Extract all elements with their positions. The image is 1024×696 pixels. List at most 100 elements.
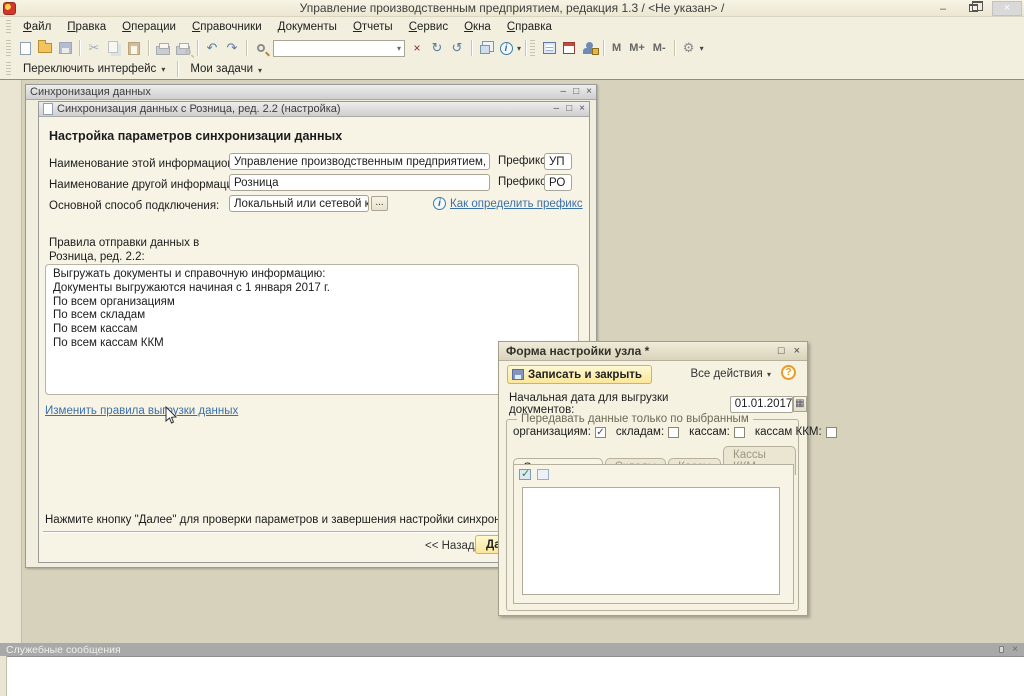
other-prefix-input[interactable]: РО (544, 174, 572, 191)
prefix-info-icon: i (433, 197, 446, 210)
dialog-minimize-button[interactable]: – (554, 104, 560, 114)
open-button[interactable] (35, 39, 55, 57)
node-close-button[interactable]: × (794, 345, 800, 357)
this-prefix-input[interactable]: УП (544, 153, 572, 170)
switch-interface-dropdown-icon: ▾ (161, 65, 165, 74)
prefix-help-link[interactable]: Как определить префикс (450, 198, 583, 210)
service-messages-titlebar[interactable]: Служебные сообщения × (0, 643, 1024, 656)
save-button[interactable] (55, 39, 75, 57)
connection-method-input[interactable]: Локальный или сетевой каталог (229, 195, 369, 212)
save-and-close-button[interactable]: Записать и закрыть (507, 365, 652, 384)
back-button[interactable]: << Назад (421, 538, 479, 554)
menu-windows[interactable]: Окна (456, 19, 499, 35)
print-preview-button[interactable] (173, 39, 193, 57)
temporary-lock-button[interactable] (579, 39, 599, 57)
all-actions-label: Все действия (690, 368, 762, 380)
dialog-maximize-button[interactable]: □ (566, 104, 572, 114)
windows-list-button[interactable] (476, 39, 496, 57)
dialog-close-button[interactable]: × (579, 104, 585, 114)
search-input[interactable] (274, 42, 393, 55)
save-and-close-label: Записать и закрыть (528, 369, 642, 381)
pick-check-icon[interactable]: ✓ (519, 469, 531, 480)
info-icon: i (500, 42, 513, 55)
new-document-button[interactable] (15, 39, 35, 57)
this-base-input[interactable]: Управление производственным предприятием… (229, 153, 490, 170)
copy-button[interactable] (104, 39, 124, 57)
separator (79, 40, 80, 56)
search-combobox[interactable]: ▾ (273, 40, 405, 57)
menu-bar: Файл Правка Операции Справочники Докумен… (0, 17, 1024, 37)
print-button[interactable] (153, 39, 173, 57)
switch-interface-button[interactable]: Переключить интерфейс ▾ (15, 61, 173, 77)
organizations-list[interactable] (522, 487, 780, 595)
cashboxes-checkbox[interactable] (734, 427, 745, 438)
find-button[interactable] (251, 39, 271, 57)
calendar-button[interactable] (559, 39, 579, 57)
kkm-checkbox[interactable] (826, 427, 837, 438)
mouse-cursor (164, 406, 178, 426)
menu-reports[interactable]: Отчеты (345, 19, 401, 35)
app-close-button[interactable]: × (992, 1, 1022, 16)
menu-file[interactable]: Файл (15, 19, 59, 35)
menu-catalogs[interactable]: Справочники (184, 19, 270, 35)
cut-button[interactable]: ✂ (84, 39, 104, 57)
node-maximize-button[interactable]: □ (778, 345, 785, 357)
this-prefix-label: Префикс: (498, 155, 549, 167)
sync-window-titlebar[interactable]: Синхронизация данных – □ × (26, 85, 596, 100)
all-actions-dropdown-icon: ▾ (767, 370, 771, 379)
memory-recall-button[interactable]: M (608, 39, 625, 57)
undo-button[interactable]: ↶ (202, 39, 222, 57)
about-button[interactable]: i (496, 39, 516, 57)
service-settings-button[interactable]: ⚙ (679, 39, 699, 57)
memory-add-button[interactable]: M+ (625, 39, 649, 57)
menu-operations[interactable]: Операции (114, 19, 184, 35)
save-icon (512, 369, 524, 380)
secondary-toolbar: Переключить интерфейс ▾ Мои задачи ▾ (0, 59, 1024, 80)
restore-icon (969, 4, 978, 12)
rules-label: Правила отправки данных в Розница, ред. … (49, 237, 199, 264)
memory-subtract-button[interactable]: M- (649, 39, 670, 57)
organizations-checkbox[interactable]: ✓ (595, 427, 606, 438)
app-restore-button[interactable] (962, 3, 984, 15)
sync-close-button[interactable]: × (586, 87, 592, 97)
toolbar-grip (6, 40, 11, 55)
other-base-input[interactable]: Розница (229, 174, 490, 191)
warehouses-checkbox[interactable] (668, 427, 679, 438)
redo-button[interactable]: ↷ (222, 39, 242, 57)
sync-window-title: Синхронизация данных (30, 86, 561, 98)
find-previous-button[interactable]: ↺ (447, 39, 467, 57)
calculator-button[interactable] (539, 39, 559, 57)
start-date-input[interactable]: 01.01.2017 (730, 396, 793, 413)
green-check-icon: ✓ (521, 467, 530, 480)
app-minimize-button[interactable]: – (932, 3, 954, 15)
my-tasks-button[interactable]: Мои задачи ▾ (182, 61, 270, 77)
connection-ellipsis-button[interactable]: ... (371, 196, 388, 211)
rules-line: По всем кассам ККМ (53, 337, 571, 351)
pin-icon[interactable] (999, 646, 1004, 653)
find-next-button[interactable]: ↻ (427, 39, 447, 57)
clear-search-button[interactable]: × (407, 39, 427, 57)
cashboxes-checkbox-label: кассам: (689, 426, 730, 438)
sync-maximize-button[interactable]: □ (573, 87, 579, 97)
paste-button[interactable] (124, 39, 144, 57)
service-dropdown-icon[interactable]: ▾ (700, 44, 704, 53)
help-button[interactable]: ? (781, 365, 796, 380)
organizations-checkbox-label: организациям: (513, 426, 591, 438)
toolbar-grip (530, 40, 535, 55)
menu-edit[interactable]: Правка (59, 19, 114, 35)
all-actions-button[interactable]: Все действия ▾ (690, 368, 771, 380)
service-messages-close-button[interactable]: × (1012, 644, 1018, 655)
sync-minimize-button[interactable]: – (561, 87, 567, 97)
date-picker-button[interactable]: ▦ (793, 396, 807, 412)
search-dropdown-icon[interactable]: ▾ (394, 44, 404, 53)
pick-cube-icon[interactable] (537, 469, 549, 480)
info-dropdown-icon[interactable]: ▾ (517, 44, 521, 53)
menu-documents[interactable]: Документы (270, 19, 345, 35)
menu-help[interactable]: Справка (499, 19, 560, 35)
sync-settings-titlebar[interactable]: Синхронизация данных с Розница, ред. 2.2… (39, 102, 589, 117)
organizations-tab-panel: ✓ (513, 464, 794, 604)
change-rules-link[interactable]: Изменить правила выгрузки данных (45, 405, 238, 417)
separator (603, 40, 604, 56)
node-settings-titlebar[interactable]: Форма настройки узла * □ × (499, 342, 807, 361)
menu-service[interactable]: Сервис (401, 19, 456, 35)
